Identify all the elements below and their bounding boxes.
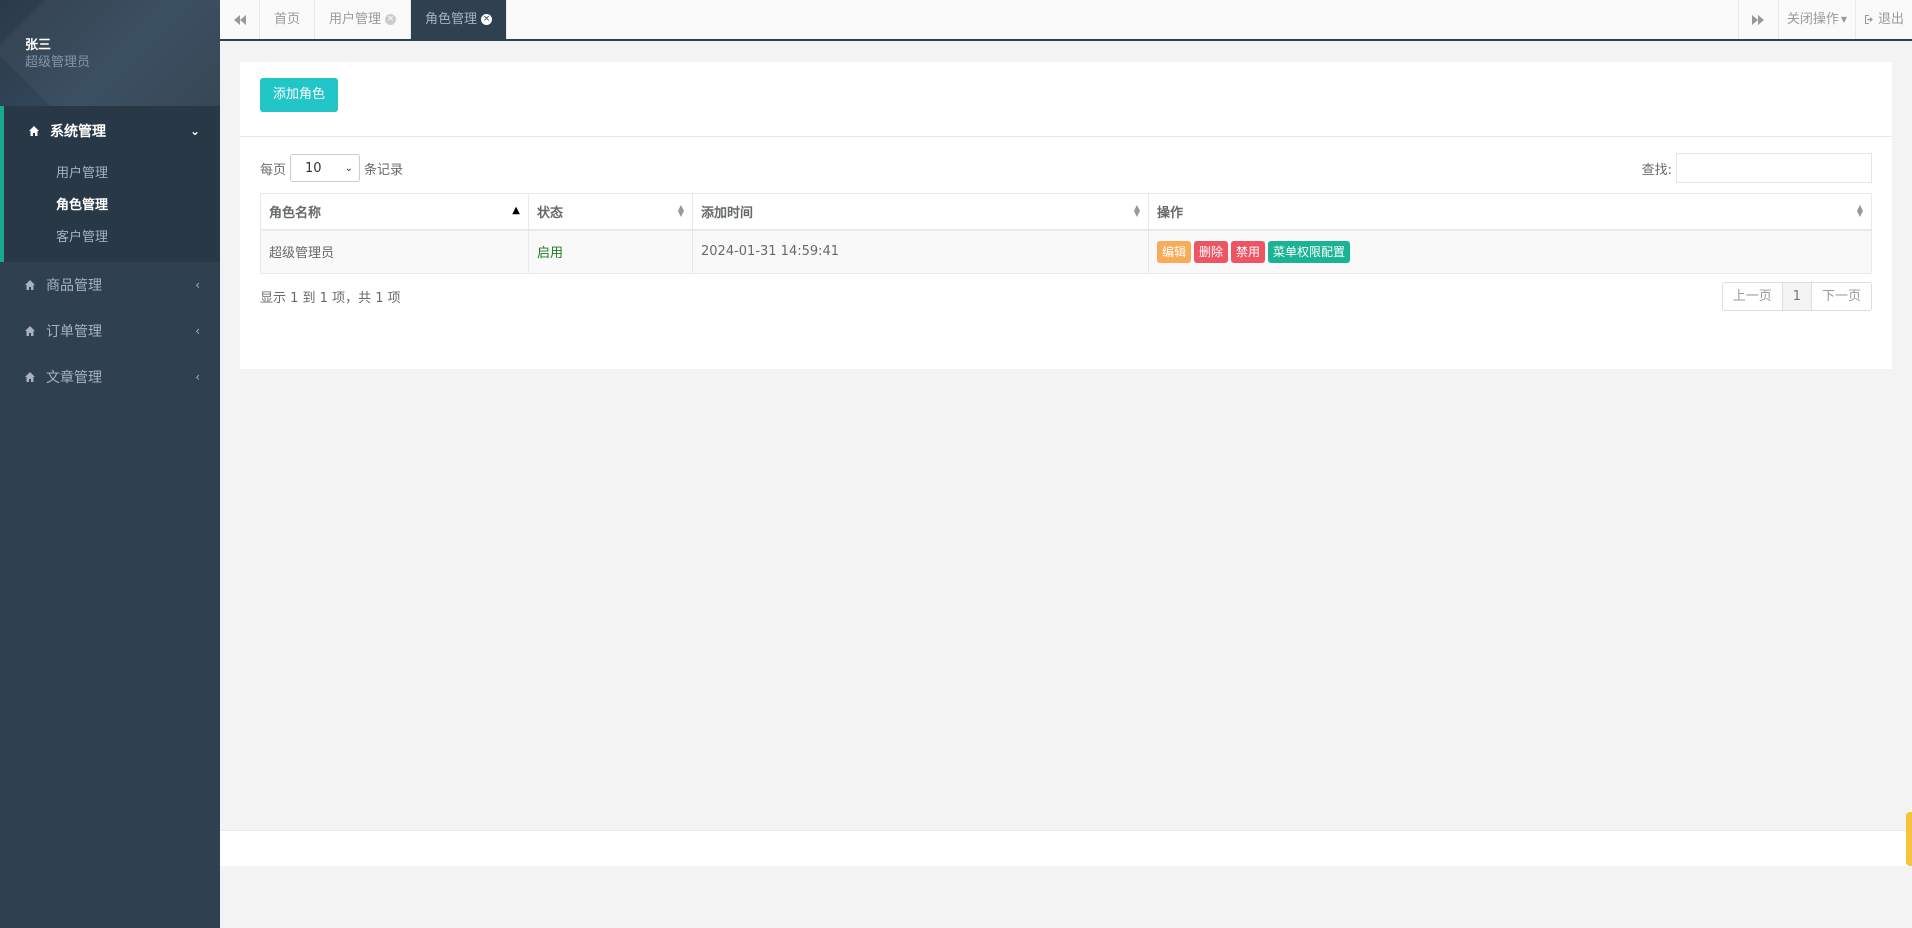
home-icon [25, 326, 35, 336]
roles-table: 角色名称 ▲ 状态 ▲ ▼ 添加时间 ▲ ▼ 操作 ▲ ▼ 超级管理员 启用 2… [260, 193, 1872, 274]
per-page-label: 每页 [260, 162, 287, 178]
logout-button[interactable]: 退出 [1854, 0, 1912, 39]
table-footer: 显示 1 到 1 项，共 1 项 上一页 1 下一页 [260, 282, 1872, 311]
sort-icon: ▲ ▼ [1133, 203, 1140, 219]
sort-asc-icon: ▲ [512, 205, 520, 217]
column-actions-label: 操作 [1157, 205, 1184, 221]
role-management-panel: 添加角色 每页 10 ⌄ 条记录 查找: 角色名称 ▲ 状态 ▲ ▼ 添加时间 … [240, 62, 1892, 369]
tab-user-management[interactable]: 用户管理 × [315, 0, 412, 39]
page-length-value: 10 [305, 160, 322, 176]
side-handle[interactable] [1906, 812, 1912, 866]
search-input[interactable] [1676, 153, 1872, 183]
cell-actions: 编辑 删除 禁用 菜单权限配置 [1148, 229, 1872, 274]
next-page-button[interactable]: 下一页 [1810, 282, 1872, 311]
nav-product-label: 商品管理 [46, 278, 102, 294]
disable-button[interactable]: 禁用 [1231, 240, 1266, 263]
panel-toolbar: 添加角色 [240, 62, 1892, 137]
column-header-status[interactable]: 状态 ▲ ▼ [528, 193, 693, 231]
sidebar-item-roles[interactable]: 角色管理 [4, 190, 220, 222]
table-summary: 显示 1 到 1 项，共 1 项 [260, 291, 401, 306]
tab-scroll-right-button[interactable] [1737, 0, 1778, 39]
home-icon [29, 126, 39, 136]
close-operations-label: 关闭操作 [1786, 12, 1839, 27]
tab-role-management-label: 角色管理 [425, 12, 478, 27]
close-icon[interactable]: × [481, 14, 493, 25]
pagination: 上一页 1 下一页 [1721, 282, 1872, 311]
chevron-left-icon: ‹ [195, 278, 200, 292]
user-profile: 张三 超级管理员 [0, 0, 220, 106]
caret-down-icon: ▼ [1840, 15, 1847, 24]
sidebar-item-users[interactable]: 用户管理 [4, 158, 220, 190]
nav-system-label: 系统管理 [50, 124, 106, 140]
close-icon[interactable]: × [385, 14, 397, 25]
prev-page-button[interactable]: 上一页 [1721, 282, 1783, 311]
column-role-name-label: 角色名称 [269, 205, 322, 221]
chevron-left-icon: ‹ [195, 324, 200, 338]
chevron-down-icon: ⌄ [344, 162, 354, 174]
menu-permission-button[interactable]: 菜单权限配置 [1268, 240, 1351, 263]
sign-out-icon [1864, 15, 1873, 24]
tab-home[interactable]: 首页 [260, 0, 316, 39]
tab-user-management-label: 用户管理 [329, 12, 382, 27]
edit-button[interactable]: 编辑 [1157, 240, 1192, 263]
table-search: 查找: [1642, 153, 1872, 183]
logout-label: 退出 [1877, 12, 1904, 27]
nav-article-label: 文章管理 [46, 370, 102, 386]
tab-home-label: 首页 [274, 12, 301, 27]
chevron-left-icon: ‹ [195, 370, 200, 384]
double-right-icon [1752, 14, 1765, 25]
nav-article-management[interactable]: 文章管理 ‹ [0, 354, 220, 400]
close-operations-dropdown[interactable]: 关闭操作 ▼ [1777, 0, 1855, 39]
sort-icon: ▲ ▼ [1856, 203, 1863, 219]
nav-system-management[interactable]: 系统管理 ⌄ [4, 106, 220, 156]
nav-group-system: 系统管理 ⌄ 用户管理 角色管理 客户管理 [0, 106, 220, 262]
cell-role-name: 超级管理员 [260, 229, 529, 274]
delete-button[interactable]: 删除 [1194, 240, 1229, 263]
nav-group-articles: 文章管理 ‹ [0, 354, 220, 400]
current-page-button[interactable]: 1 [1781, 282, 1812, 311]
search-label: 查找: [1641, 162, 1672, 178]
cell-status: 启用 [528, 229, 693, 274]
nav-order-label: 订单管理 [46, 324, 102, 340]
user-name[interactable]: 张三 [25, 38, 195, 54]
table-row: 超级管理员 启用 2024-01-31 14:59:41 编辑 删除 禁用 菜单权限配… [260, 229, 1872, 274]
page-footer [220, 830, 1912, 866]
records-label: 条记录 [364, 162, 404, 178]
column-status-label: 状态 [537, 205, 564, 221]
sort-icon: ▲ ▼ [677, 203, 684, 219]
nav-system-submenu: 用户管理 角色管理 客户管理 [4, 156, 220, 262]
nav-product-management[interactable]: 商品管理 ‹ [0, 262, 220, 308]
tab-bar-controls: 关闭操作 ▼ 退出 [1737, 0, 1912, 39]
tab-list: 首页 用户管理 × 角色管理 × [260, 0, 508, 39]
tab-bar: 首页 用户管理 × 角色管理 × 关闭操作 ▼ 退出 [220, 0, 1912, 41]
table-header-row: 角色名称 ▲ 状态 ▲ ▼ 添加时间 ▲ ▼ 操作 ▲ ▼ [260, 193, 1872, 231]
table-controls: 每页 10 ⌄ 条记录 查找: [260, 153, 1872, 183]
page-length-select[interactable]: 10 ⌄ [290, 154, 361, 182]
tab-role-management[interactable]: 角色管理 × [411, 0, 508, 39]
sidebar-item-customers[interactable]: 客户管理 [4, 222, 220, 254]
page-length-control: 每页 10 ⌄ 条记录 [260, 154, 403, 182]
column-header-role-name[interactable]: 角色名称 ▲ [260, 193, 529, 231]
cell-added-time: 2024-01-31 14:59:41 [692, 229, 1149, 274]
add-role-button[interactable]: 添加角色 [260, 78, 339, 112]
user-role: 超级管理员 [25, 55, 91, 70]
home-icon [25, 372, 35, 382]
sidebar: 张三 超级管理员 系统管理 ⌄ 用户管理 角色管理 客户管理 商品管理 ‹ 订单… [0, 0, 220, 928]
nav-order-management[interactable]: 订单管理 ‹ [0, 308, 220, 354]
column-header-actions[interactable]: 操作 ▲ ▼ [1148, 193, 1872, 231]
home-icon [25, 280, 35, 290]
table-area: 每页 10 ⌄ 条记录 查找: 角色名称 ▲ 状态 ▲ ▼ 添加时间 ▲ ▼ 操… [240, 137, 1892, 311]
chevron-down-icon: ⌄ [189, 124, 200, 138]
nav-group-orders: 订单管理 ‹ [0, 308, 220, 354]
column-added-time-label: 添加时间 [701, 205, 754, 221]
tab-scroll-left-button[interactable] [220, 0, 260, 39]
column-header-added-time[interactable]: 添加时间 ▲ ▼ [692, 193, 1149, 231]
nav-group-products: 商品管理 ‹ [0, 262, 220, 308]
double-left-icon [233, 14, 246, 25]
